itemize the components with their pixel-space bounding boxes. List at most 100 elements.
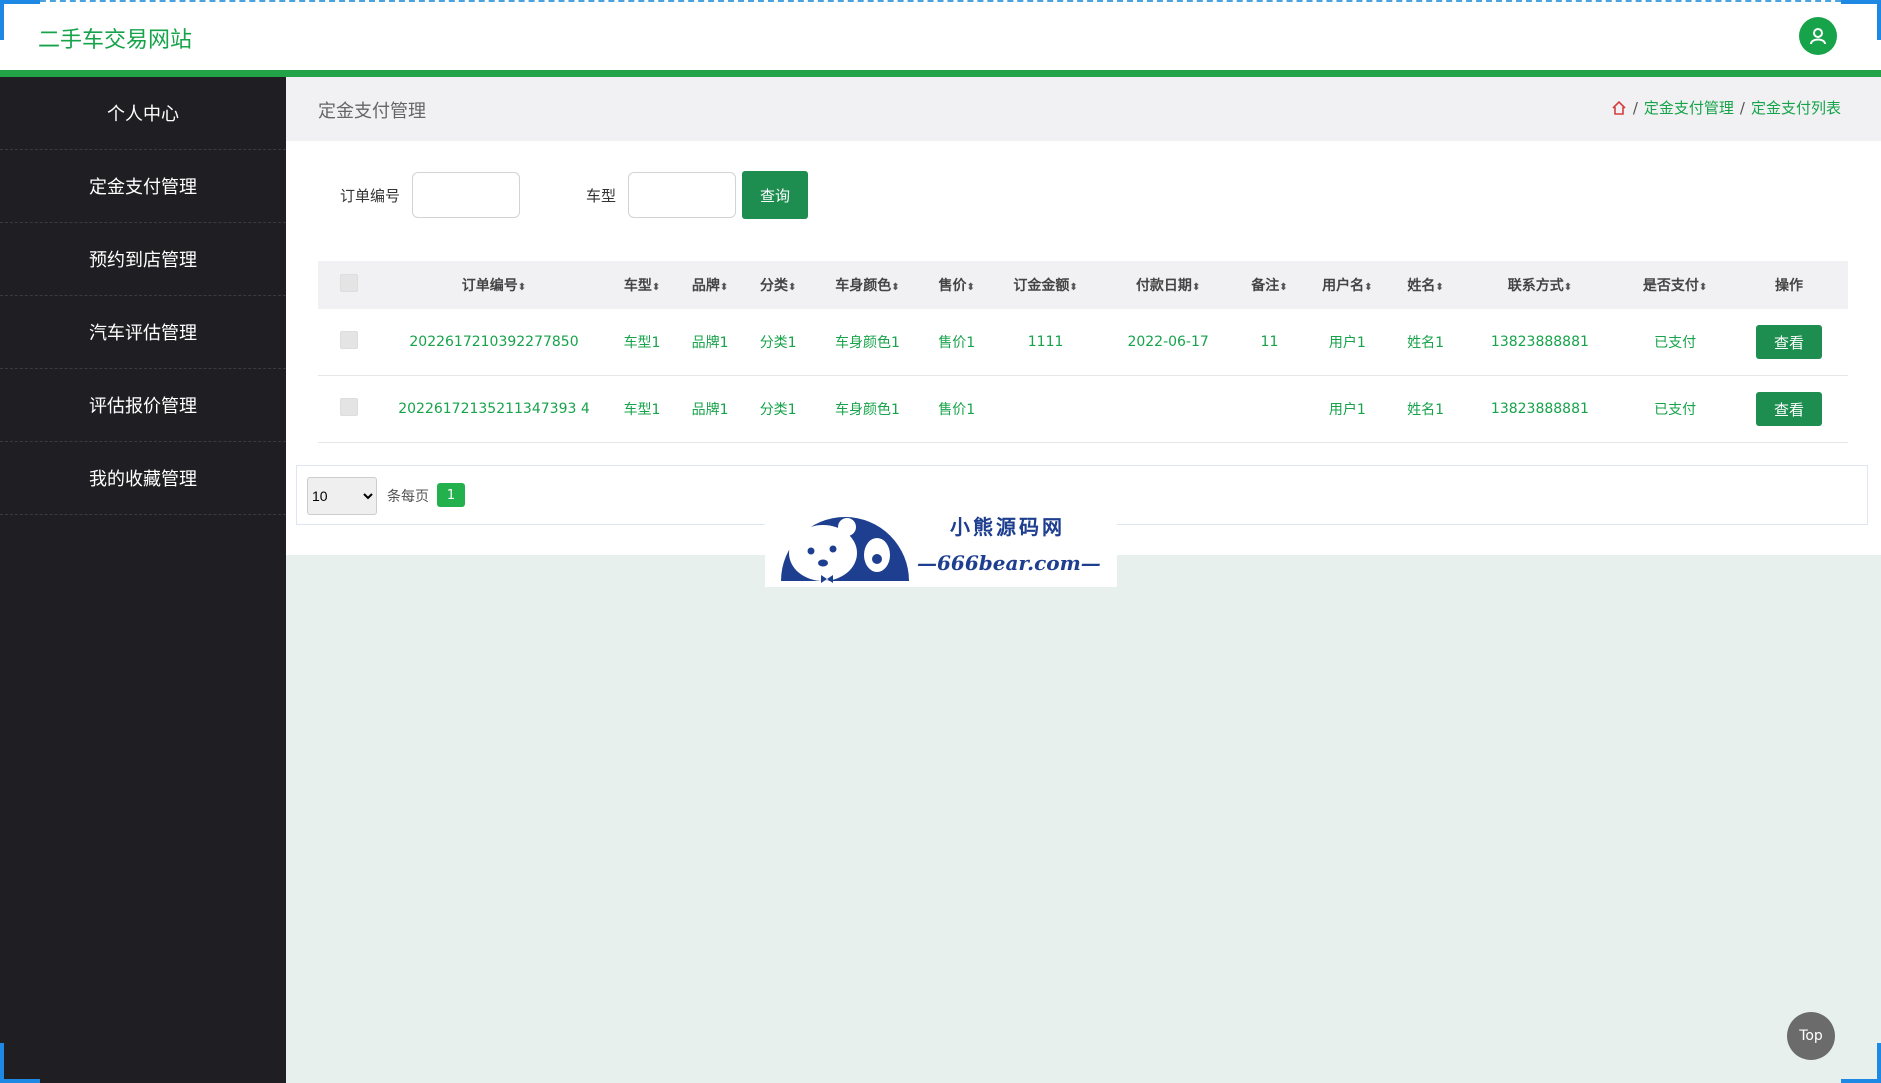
top-header: 二手车交易网站 xyxy=(0,0,1881,70)
order-number-input[interactable] xyxy=(412,172,521,218)
page-number-button[interactable]: 1 xyxy=(437,483,465,507)
cell-car-model: 车型1 xyxy=(608,309,677,376)
watermark-domain: —666bear.com— xyxy=(917,551,1101,575)
col-name[interactable]: 姓名⬍ xyxy=(1391,261,1460,309)
watermark-title: 小熊源码网 xyxy=(950,515,1065,539)
cell-car-model: 车型1 xyxy=(608,375,677,443)
row-checkbox-cell xyxy=(318,375,380,443)
user-avatar-button[interactable] xyxy=(1799,17,1837,55)
col-username[interactable]: 用户名⬍ xyxy=(1303,261,1392,309)
col-category[interactable]: 分类⬍ xyxy=(744,261,813,309)
col-contact[interactable]: 联系方式⬍ xyxy=(1459,261,1621,309)
col-remark[interactable]: 备注⬍ xyxy=(1235,261,1304,309)
page-title: 定金支付管理 xyxy=(318,101,426,122)
sort-icon: ⬍ xyxy=(1279,282,1288,293)
select-all-checkbox[interactable] xyxy=(340,274,358,292)
col-deposit-amount[interactable]: 订金金额⬍ xyxy=(990,261,1101,309)
sort-icon: ⬍ xyxy=(651,282,661,293)
user-icon xyxy=(1810,28,1826,45)
view-button[interactable]: 查看 xyxy=(1756,392,1822,426)
cell-remark: 11 xyxy=(1235,309,1304,376)
col-car-model[interactable]: 车型⬍ xyxy=(608,261,677,309)
view-button[interactable]: 查看 xyxy=(1756,325,1822,359)
cell-category: 分类1 xyxy=(744,309,813,376)
watermark-logo: 小熊源码网 —666bear.com— xyxy=(765,495,1117,587)
cell-actions: 查看 xyxy=(1730,375,1848,443)
cell-deposit-amount: 1111 xyxy=(990,309,1101,376)
cell-username: 用户1 xyxy=(1303,309,1392,376)
sort-icon: ⬍ xyxy=(1069,282,1078,293)
car-model-input[interactable] xyxy=(628,172,737,218)
cell-payment-date: 2022-06-17 xyxy=(1100,309,1236,376)
sidebar: 个人中心 定金支付管理 预约到店管理 汽车评估管理 评估报价管理 我的收藏管理 xyxy=(0,77,286,1083)
car-model-label: 车型 xyxy=(586,186,617,205)
back-to-top-button[interactable]: Top xyxy=(1787,1012,1835,1060)
home-icon[interactable] xyxy=(1611,100,1627,116)
frame-corner xyxy=(0,0,40,40)
sidebar-item-store-appointment[interactable]: 预约到店管理 xyxy=(0,223,286,296)
breadcrumb: / 定金支付管理 / 定金支付列表 xyxy=(1611,97,1841,118)
cell-actions: 查看 xyxy=(1730,309,1848,376)
sidebar-item-favorites[interactable]: 我的收藏管理 xyxy=(0,442,286,515)
page-size-select[interactable]: 10 xyxy=(307,477,377,515)
table-row: 2022617210392277850 车型1 品牌1 分类1 车身颜色1 售价… xyxy=(318,309,1848,376)
cell-is-paid: 已支付 xyxy=(1620,375,1730,443)
sidebar-item-evaluation-quote[interactable]: 评估报价管理 xyxy=(0,369,286,442)
sort-icon: ⬍ xyxy=(787,282,797,293)
cell-contact: 13823888881 xyxy=(1459,309,1621,376)
sort-icon: ⬍ xyxy=(719,282,729,293)
cell-brand: 品牌1 xyxy=(676,309,745,376)
breadcrumb-deposit-list[interactable]: 定金支付列表 xyxy=(1751,97,1841,118)
sort-icon: ⬍ xyxy=(966,282,975,293)
sort-icon: ⬍ xyxy=(1435,282,1444,293)
breadcrumb-deposit-management[interactable]: 定金支付管理 xyxy=(1644,97,1734,118)
sort-icon: ⬍ xyxy=(1563,282,1573,293)
cell-body-color: 车身颜色1 xyxy=(812,375,923,443)
sort-icon: ⬍ xyxy=(1191,282,1201,293)
search-form: 订单编号 车型 查询 xyxy=(340,171,809,219)
select-all-cell xyxy=(318,261,380,309)
bear-logo-icon xyxy=(781,517,909,583)
row-checkbox[interactable] xyxy=(340,398,358,416)
col-price[interactable]: 售价⬍ xyxy=(922,261,991,309)
col-actions: 操作 xyxy=(1730,261,1848,309)
sort-icon: ⬍ xyxy=(1698,282,1708,293)
cell-name: 姓名1 xyxy=(1391,375,1460,443)
col-payment-date[interactable]: 付款日期⬍ xyxy=(1100,261,1236,309)
cell-brand: 品牌1 xyxy=(676,375,745,443)
cell-price: 售价1 xyxy=(922,375,991,443)
breadcrumb-separator: / xyxy=(1739,98,1745,117)
page-header: 定金支付管理 / 定金支付管理 / 定金支付列表 xyxy=(286,77,1881,141)
table-row: 20226172135211347393 4 车型1 品牌1 分类1 车身颜色1… xyxy=(318,375,1848,443)
search-button[interactable]: 查询 xyxy=(742,171,809,219)
col-order-number[interactable]: 订单编号⬍ xyxy=(380,261,608,309)
cell-order-number: 20226172135211347393 4 xyxy=(380,375,608,443)
deposit-table: 订单编号⬍ 车型⬍ 品牌⬍ 分类⬍ 车身颜色⬍ 售价⬍ 订金金额⬍ 付款日期⬍ … xyxy=(318,261,1848,443)
cell-remark xyxy=(1235,375,1304,443)
cell-deposit-amount xyxy=(990,375,1101,443)
cell-body-color: 车身颜色1 xyxy=(812,309,923,376)
col-brand[interactable]: 品牌⬍ xyxy=(676,261,745,309)
per-page-label: 条每页 xyxy=(387,489,429,505)
sort-icon: ⬍ xyxy=(1364,282,1373,293)
sidebar-item-deposit-payment[interactable]: 定金支付管理 xyxy=(0,150,286,223)
col-body-color[interactable]: 车身颜色⬍ xyxy=(812,261,923,309)
cell-is-paid: 已支付 xyxy=(1620,309,1730,376)
cell-username: 用户1 xyxy=(1303,375,1392,443)
cell-payment-date xyxy=(1100,375,1236,443)
frame-corner xyxy=(0,1043,40,1083)
breadcrumb-separator: / xyxy=(1632,98,1638,117)
col-is-paid[interactable]: 是否支付⬍ xyxy=(1620,261,1730,309)
row-checkbox-cell xyxy=(318,309,380,376)
sidebar-item-personal-center[interactable]: 个人中心 xyxy=(0,77,286,150)
cell-price: 售价1 xyxy=(922,309,991,376)
row-checkbox[interactable] xyxy=(340,331,358,349)
cell-category: 分类1 xyxy=(744,375,813,443)
site-title: 二手车交易网站 xyxy=(38,28,193,53)
cell-contact: 13823888881 xyxy=(1459,375,1621,443)
sidebar-item-car-evaluation[interactable]: 汽车评估管理 xyxy=(0,296,286,369)
order-number-label: 订单编号 xyxy=(340,186,401,205)
frame-corner xyxy=(1841,0,1881,40)
header-accent-bar xyxy=(0,70,1881,77)
cell-name: 姓名1 xyxy=(1391,309,1460,376)
